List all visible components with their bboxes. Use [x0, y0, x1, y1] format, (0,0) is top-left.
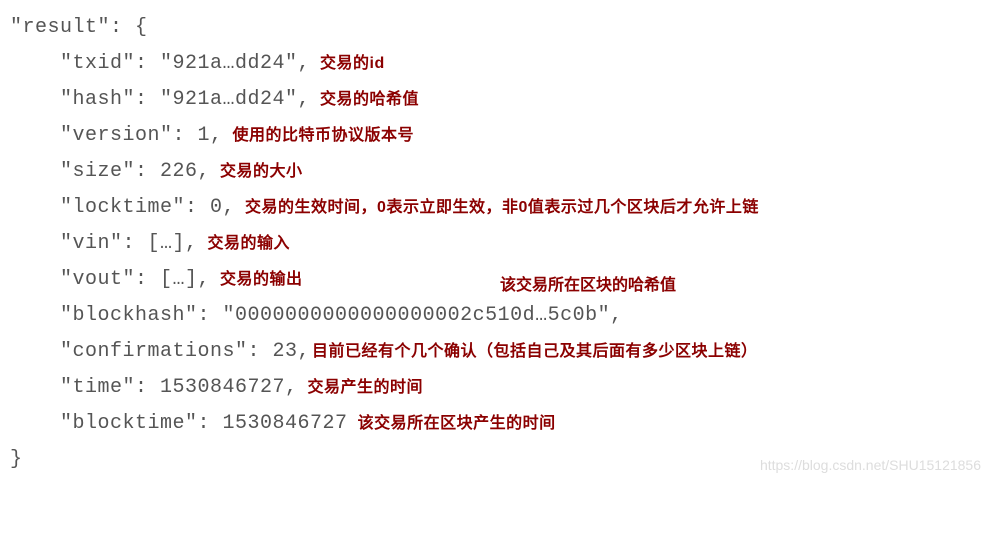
annotation-blockhash: 该交易所在区块的哈希值 [500, 272, 676, 301]
annotation-blocktime: 该交易所在区块产生的时间 [358, 410, 556, 439]
code-blocktime: "blocktime": 1530846727 [10, 406, 348, 442]
line-confirmations: "confirmations": 23, 目前已经有个几个确认（包括自己及其后面… [10, 334, 986, 370]
annotation-confirmations: 目前已经有个几个确认（包括自己及其后面有多少区块上链） [312, 338, 758, 367]
code-size: "size": 226, [10, 154, 210, 190]
line-txid: "txid": "921a…dd24", 交易的id [10, 46, 986, 82]
annotation-vin: 交易的输入 [208, 230, 291, 259]
line-vin: "vin": […], 交易的输入 [10, 226, 986, 262]
line-hash: "hash": "921a…dd24", 交易的哈希值 [10, 82, 986, 118]
line-blockhash: "blockhash": "0000000000000000002c510d…5… [10, 298, 986, 334]
annotation-hash: 交易的哈希值 [320, 86, 419, 115]
line-blocktime: "blocktime": 1530846727 该交易所在区块产生的时间 [10, 406, 986, 442]
watermark: https://blog.csdn.net/SHU15121856 [760, 453, 981, 478]
line-locktime: "locktime": 0, 交易的生效时间，0表示立即生效，非0值表示过几个区… [10, 190, 986, 226]
code-blockhash: "blockhash": "0000000000000000002c510d…5… [10, 298, 623, 334]
code-version: "version": 1, [10, 118, 223, 154]
annotation-version: 使用的比特币协议版本号 [233, 122, 415, 151]
line-version: "version": 1, 使用的比特币协议版本号 [10, 118, 986, 154]
code-result-open: "result": { [10, 10, 148, 46]
line-time: "time": 1530846727, 交易产生的时间 [10, 370, 986, 406]
annotation-vout: 交易的输出 [220, 266, 303, 295]
annotation-size: 交易的大小 [220, 158, 303, 187]
code-vout: "vout": […], [10, 262, 210, 298]
code-vin: "vin": […], [10, 226, 198, 262]
code-hash: "hash": "921a…dd24", [10, 82, 310, 118]
line-size: "size": 226, 交易的大小 [10, 154, 986, 190]
code-time: "time": 1530846727, [10, 370, 298, 406]
code-result-close: } [10, 442, 23, 478]
annotation-locktime: 交易的生效时间，0表示立即生效，非0值表示过几个区块后才允许上链 [245, 194, 759, 223]
line-vout: "vout": […], 交易的输出 [10, 262, 986, 298]
code-locktime: "locktime": 0, [10, 190, 235, 226]
annotation-txid: 交易的id [320, 50, 385, 79]
annotation-time: 交易产生的时间 [308, 374, 424, 403]
code-confirmations: "confirmations": 23, [10, 334, 310, 370]
line-result-open: "result": { [10, 10, 986, 46]
code-txid: "txid": "921a…dd24", [10, 46, 310, 82]
